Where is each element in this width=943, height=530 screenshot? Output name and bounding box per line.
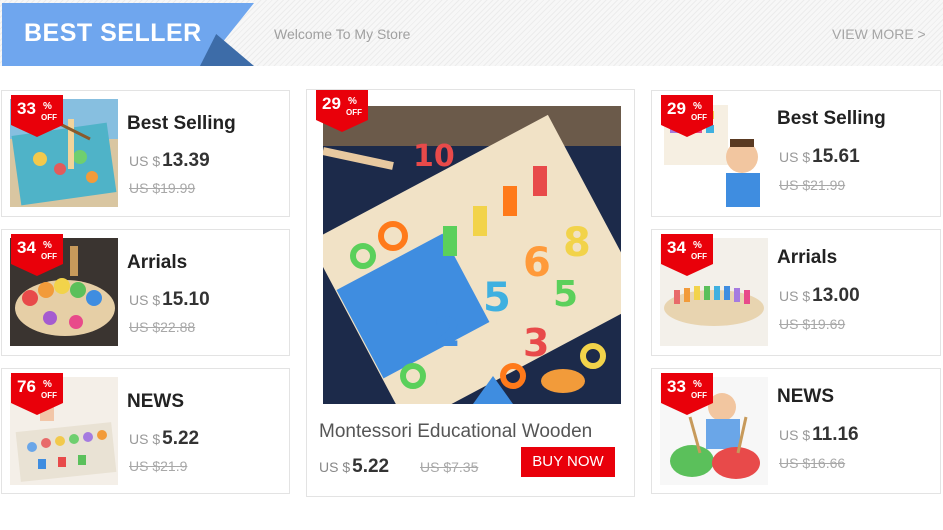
product-price: US $13.00 xyxy=(779,285,860,306)
discount-badge: 33 % OFF xyxy=(661,373,713,415)
svg-text:2: 2 xyxy=(433,310,461,356)
discount-badge: 34 % OFF xyxy=(11,234,63,276)
svg-text:5: 5 xyxy=(483,275,511,321)
svg-text:3: 3 xyxy=(523,321,549,365)
product-old-price: US $19.99 xyxy=(129,180,196,196)
product-title: Best Selling xyxy=(127,113,236,134)
product-card[interactable]: 33 % OFF Best Selling US $13.39 US $19.9… xyxy=(1,90,290,217)
montessori-board-image: 6 8 5 2 3 5 10 xyxy=(323,106,621,404)
featured-title: Montessori Educational Wooden xyxy=(319,421,593,442)
product-price: US $11.16 xyxy=(779,424,859,445)
featured-old-price: US $7.35 xyxy=(420,459,479,475)
store-header: BEST SELLER Welcome To My Store VIEW MOR… xyxy=(0,0,943,66)
product-old-price: US $21.9 xyxy=(129,458,188,474)
product-title: Arrials xyxy=(127,252,188,273)
product-title: Best Selling xyxy=(777,108,886,129)
product-title: NEWS xyxy=(127,391,184,412)
product-price: US $5.22 xyxy=(129,428,200,449)
product-card[interactable]: 33 % OFF NEWS US $11.16 US $16.66 xyxy=(651,368,941,494)
banner-title: BEST SELLER xyxy=(24,19,202,47)
product-card[interactable]: 29 % OFF Best Selling US $15.61 US $21.9… xyxy=(651,90,941,217)
svg-text:5: 5 xyxy=(553,274,578,315)
product-old-price: US $21.99 xyxy=(779,177,846,193)
featured-product-card[interactable]: 6 8 5 2 3 5 10 29 % OFF Montessori Educa… xyxy=(306,89,635,497)
view-more-link[interactable]: VIEW MORE > xyxy=(832,26,926,42)
product-old-price: US $19.69 xyxy=(779,316,846,332)
product-price: US $15.61 xyxy=(779,146,860,167)
svg-text:8: 8 xyxy=(563,220,591,266)
featured-price: US $5.22 xyxy=(319,456,390,477)
discount-badge: 29 % OFF xyxy=(316,90,368,132)
discount-badge: 34 % OFF xyxy=(661,234,713,276)
discount-badge: 29 % OFF xyxy=(661,95,713,137)
product-price: US $15.10 xyxy=(129,289,210,310)
product-title: NEWS xyxy=(777,386,834,407)
product-card[interactable]: 34 % OFF Arrials US $13.00 US $19.69 xyxy=(651,229,941,356)
product-old-price: US $22.88 xyxy=(129,319,196,335)
svg-text:6: 6 xyxy=(523,240,551,286)
discount-badge: 76 % OFF xyxy=(11,373,63,415)
discount-badge: 33 % OFF xyxy=(11,95,63,137)
product-card[interactable]: 76 % OFF NEWS US $5.22 US $21.9 xyxy=(1,368,290,494)
svg-text:10: 10 xyxy=(413,139,455,174)
welcome-text: Welcome To My Store xyxy=(274,26,411,42)
product-title: Arrials xyxy=(777,247,838,268)
buy-now-button[interactable]: BUY NOW xyxy=(521,447,615,477)
product-old-price: US $16.66 xyxy=(779,455,846,471)
product-card[interactable]: 34 % OFF Arrials US $15.10 US $22.88 xyxy=(1,229,290,356)
product-price: US $13.39 xyxy=(129,150,210,171)
